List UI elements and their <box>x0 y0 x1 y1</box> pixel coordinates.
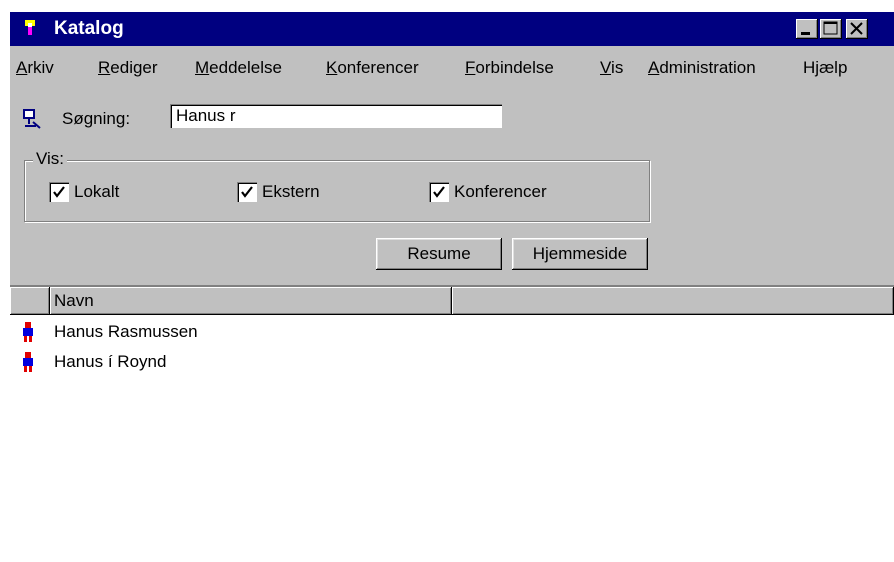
search-row: Søgning: <box>10 100 894 140</box>
checkbox-ekstern-box[interactable] <box>237 182 257 202</box>
checkbox-konferencer-box[interactable] <box>429 182 449 202</box>
menu-administration[interactable]: Administration <box>648 58 756 78</box>
menu-konferencer[interactable]: Konferencer <box>326 58 419 78</box>
list-header: Navn <box>10 287 894 315</box>
close-button[interactable] <box>846 19 868 39</box>
maximize-button[interactable] <box>820 19 842 39</box>
menu-meddelelse[interactable]: Meddelelse <box>195 58 282 78</box>
search-label: Søgning: <box>62 109 131 128</box>
header-empty-column[interactable] <box>452 287 894 315</box>
search-input[interactable] <box>170 104 502 128</box>
window-title: Katalog <box>54 18 124 39</box>
person-icon <box>22 351 34 373</box>
katalog-window: Katalog Arkiv Rediger Meddelelse Konfere… <box>10 12 894 562</box>
menu-arkiv[interactable]: Arkiv <box>16 58 54 78</box>
vis-legend: Vis: <box>33 149 68 169</box>
header-navn-label: Navn <box>54 291 94 310</box>
menu-vis[interactable]: Vis <box>600 58 623 78</box>
menu-rediger[interactable]: Rediger <box>98 58 158 78</box>
vis-groupbox: Vis: Lokalt Ekstern Konferencer <box>24 149 650 222</box>
results-listview[interactable]: Navn Hanus Rasmussen Hanus í Roynd <box>10 285 894 562</box>
checkbox-lokalt-label: Lokalt <box>74 182 120 201</box>
app-icon <box>24 20 40 36</box>
check-icon <box>241 186 253 198</box>
list-item[interactable]: Hanus í Roynd <box>10 347 894 377</box>
check-icon <box>433 186 445 198</box>
resume-button[interactable]: Resume <box>376 238 502 270</box>
search-icon <box>22 108 44 135</box>
header-icon-column[interactable] <box>10 287 50 315</box>
list-item[interactable]: Hanus Rasmussen <box>10 317 894 347</box>
person-name: Hanus Rasmussen <box>54 322 198 341</box>
homepage-button[interactable]: Hjemmeside <box>512 238 648 270</box>
person-name: Hanus í Roynd <box>54 352 167 371</box>
check-icon <box>53 186 65 198</box>
menu-bar: Arkiv Rediger Meddelelse Konferencer For… <box>10 46 894 88</box>
checkbox-ekstern-label: Ekstern <box>262 182 320 201</box>
checkbox-konferencer-label: Konferencer <box>454 182 547 201</box>
menu-hjaelp[interactable]: Hjælp <box>803 58 847 78</box>
menu-forbindelse[interactable]: Forbindelse <box>465 58 554 78</box>
person-icon <box>22 321 34 343</box>
header-navn[interactable]: Navn <box>50 287 452 315</box>
title-bar[interactable]: Katalog <box>10 12 894 46</box>
minimize-button[interactable] <box>796 19 818 39</box>
checkbox-lokalt-box[interactable] <box>49 182 69 202</box>
